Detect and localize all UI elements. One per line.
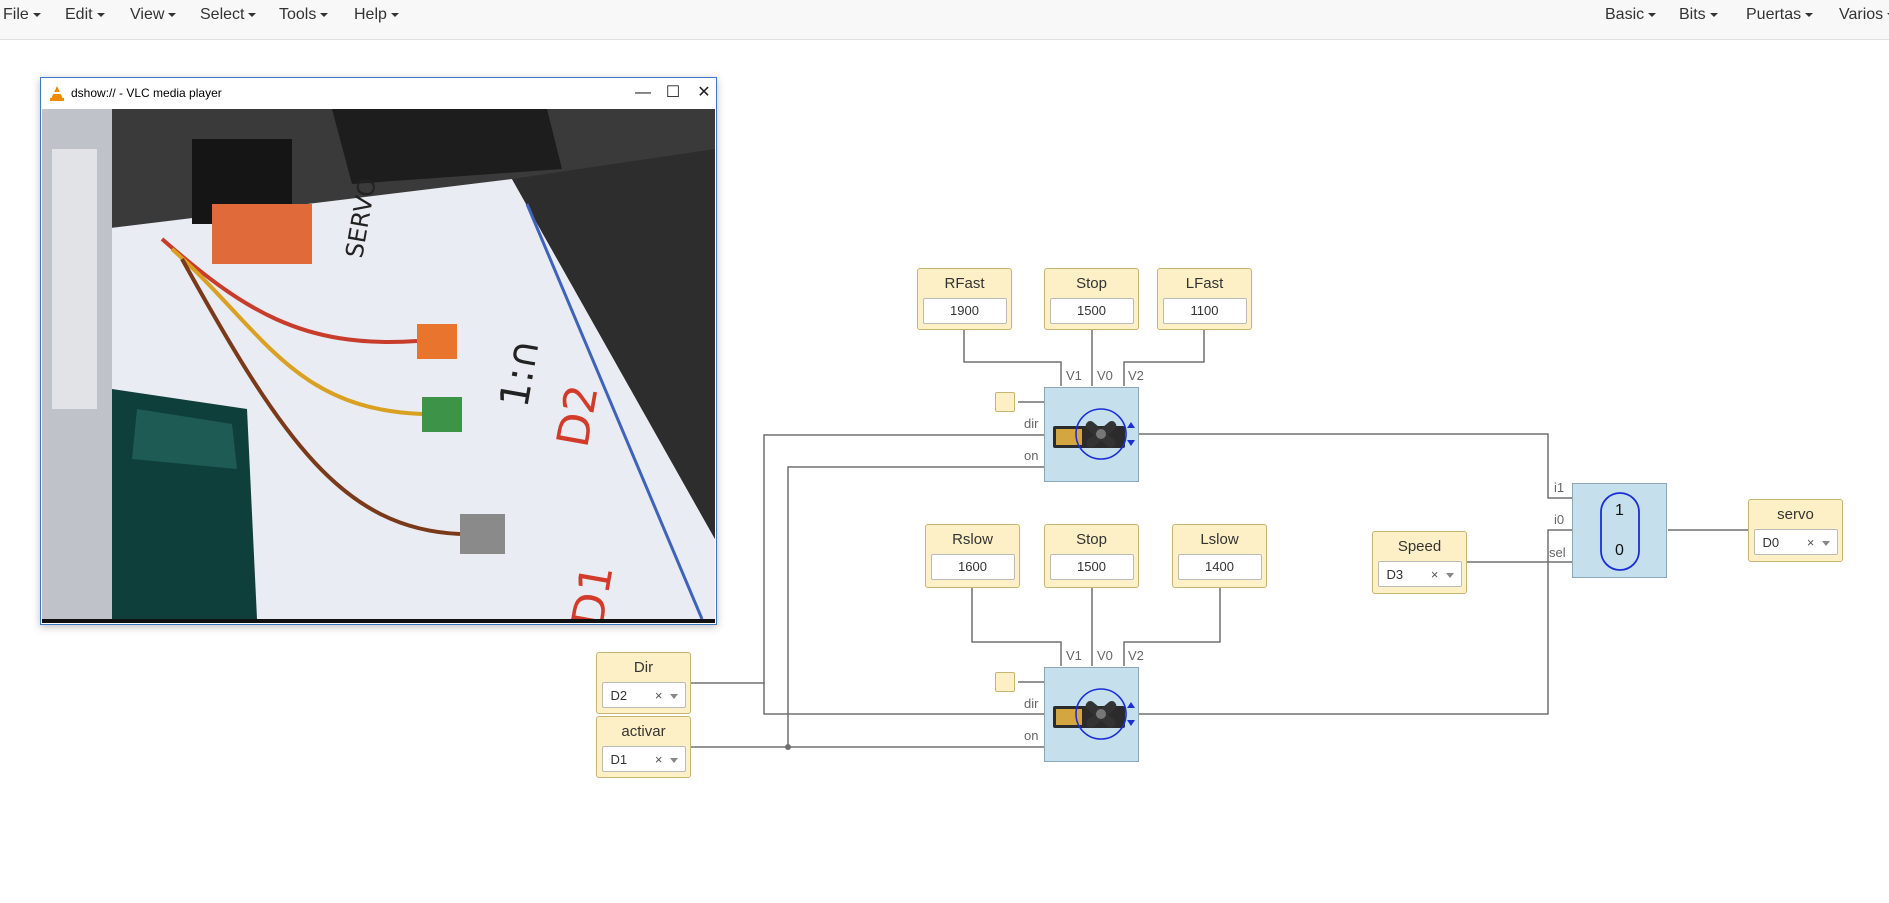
pin-select-value: D1 bbox=[610, 752, 628, 767]
pin-label-sel: sel bbox=[1549, 545, 1566, 560]
clear-icon[interactable]: × bbox=[655, 683, 663, 709]
pin-select[interactable]: D2 × bbox=[601, 682, 686, 709]
pin-label-dir: dir bbox=[1024, 696, 1039, 711]
constant-lfast[interactable]: LFast 1100 bbox=[1157, 268, 1252, 330]
pin-label-on: on bbox=[1024, 728, 1039, 743]
input-block-activar[interactable]: activar D1 × bbox=[596, 716, 691, 778]
constant-stop-bottom[interactable]: Stop 1500 bbox=[1044, 524, 1139, 588]
constant-value-input[interactable]: 1500 bbox=[1049, 298, 1134, 324]
dropdown-arrow-icon[interactable] bbox=[669, 758, 678, 763]
webcam-video-frame: SERVO 1:∩ D1 D2 bbox=[42, 109, 715, 619]
constant-value-input[interactable]: 1100 bbox=[1162, 298, 1247, 324]
constant-label: RFast bbox=[944, 275, 985, 292]
pin-label-v1: V1 bbox=[1066, 648, 1082, 663]
servo-block-bottom[interactable] bbox=[1044, 667, 1139, 762]
mux-input-0-label: 0 bbox=[1615, 542, 1624, 559]
pin-label-i1: i1 bbox=[1554, 480, 1565, 495]
dropdown-arrow-icon[interactable] bbox=[1445, 573, 1454, 578]
constant-value-input[interactable]: 1600 bbox=[930, 554, 1015, 580]
constant-label: Stop bbox=[1076, 275, 1107, 292]
pin-select[interactable]: D1 × bbox=[601, 746, 686, 773]
pin-label-v1: V1 bbox=[1066, 368, 1082, 383]
dropdown-arrow-icon[interactable] bbox=[1821, 541, 1830, 546]
svg-text:D2: D2 bbox=[548, 381, 609, 451]
vlc-video-area[interactable]: SERVO 1:∩ D1 D2 bbox=[42, 109, 715, 619]
constant-value-input[interactable]: 1400 bbox=[1177, 554, 1262, 580]
servo-motor-icon bbox=[1053, 688, 1135, 740]
constant-label: Lslow bbox=[1200, 531, 1239, 548]
input-block-speed[interactable]: Speed D3 × bbox=[1372, 531, 1467, 594]
clear-icon[interactable]: × bbox=[655, 747, 663, 773]
multiplexer-block[interactable]: 1 0 bbox=[1572, 483, 1667, 578]
pin-label-v2: V2 bbox=[1128, 648, 1144, 663]
constant-rslow[interactable]: Rslow 1600 bbox=[925, 524, 1020, 588]
servo-block-top[interactable] bbox=[1044, 387, 1139, 482]
input-block-dir[interactable]: Dir D2 × bbox=[596, 652, 691, 714]
pin-label-v0: V0 bbox=[1097, 368, 1113, 383]
pin-select-value: D2 bbox=[610, 688, 628, 703]
constant-label: LFast bbox=[1185, 275, 1224, 292]
constant-value-input[interactable]: 1900 bbox=[922, 298, 1007, 324]
servo-motor-icon bbox=[1053, 408, 1135, 460]
pin-label-dir: dir bbox=[1024, 416, 1039, 431]
input-label: Dir bbox=[633, 659, 654, 676]
constant-label: Rslow bbox=[952, 531, 993, 548]
svg-text:D1: D1 bbox=[563, 561, 624, 619]
clear-icon[interactable]: × bbox=[1431, 562, 1439, 588]
pin-label-v0: V0 bbox=[1097, 648, 1113, 663]
close-icon[interactable]: ✕ bbox=[689, 82, 719, 104]
input-label: Speed bbox=[1397, 538, 1442, 555]
pin-select-value: D3 bbox=[1386, 567, 1404, 582]
constant-stop-top[interactable]: Stop 1500 bbox=[1044, 268, 1139, 330]
minimize-icon[interactable]: — bbox=[628, 82, 658, 104]
vlc-window-title: dshow:// - VLC media player bbox=[71, 86, 222, 100]
vlc-titlebar[interactable]: dshow:// - VLC media player — ☐ ✕ bbox=[41, 78, 716, 109]
output-label: servo bbox=[1777, 506, 1814, 523]
input-label: activar bbox=[621, 723, 666, 740]
maximize-icon[interactable]: ☐ bbox=[658, 82, 688, 104]
constant-value-input[interactable]: 1500 bbox=[1049, 554, 1134, 580]
pin-select[interactable]: D0 × bbox=[1753, 529, 1838, 556]
pin-label-i0: i0 bbox=[1554, 512, 1565, 527]
vlc-cone-icon bbox=[50, 86, 64, 101]
pin-label-v2: V2 bbox=[1128, 368, 1144, 383]
constant-label: Stop bbox=[1076, 531, 1107, 548]
mux-input-1-label: 1 bbox=[1615, 502, 1624, 519]
pin-select[interactable]: D3 × bbox=[1377, 561, 1462, 588]
output-block-servo[interactable]: servo D0 × bbox=[1748, 499, 1843, 562]
dropdown-arrow-icon[interactable] bbox=[669, 694, 678, 699]
pin-select-value: D0 bbox=[1762, 535, 1780, 550]
constant-lslow[interactable]: Lslow 1400 bbox=[1172, 524, 1267, 588]
servo-control-input-bottom[interactable] bbox=[995, 672, 1015, 692]
vlc-controls-strip bbox=[42, 619, 715, 623]
clear-icon[interactable]: × bbox=[1807, 530, 1815, 556]
pin-label-on: on bbox=[1024, 448, 1039, 463]
vlc-window[interactable]: dshow:// - VLC media player — ☐ ✕ SERVO … bbox=[40, 77, 717, 625]
multiplexer-symbol bbox=[1600, 492, 1640, 571]
servo-control-input-top[interactable] bbox=[995, 392, 1015, 412]
constant-rfast[interactable]: RFast 1900 bbox=[917, 268, 1012, 330]
